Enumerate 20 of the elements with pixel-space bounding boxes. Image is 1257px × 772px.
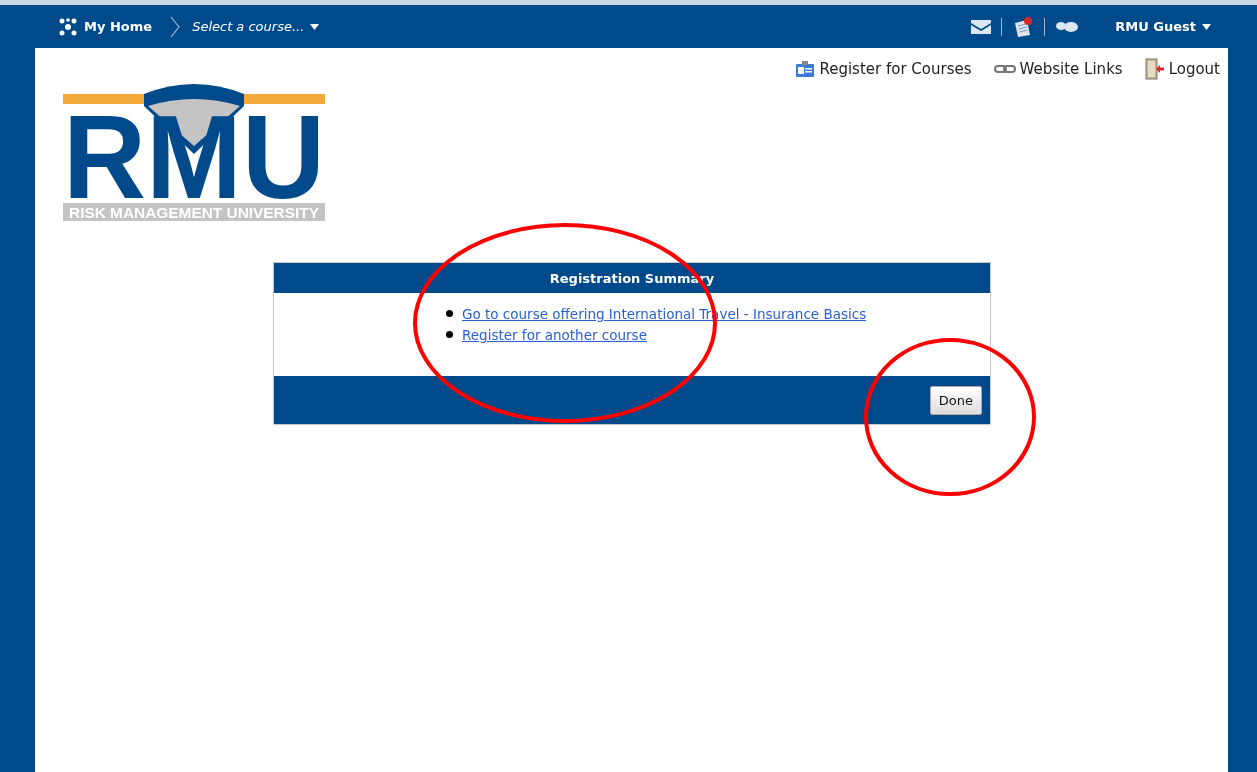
chain-link-icon	[993, 64, 1016, 74]
done-button[interactable]: Done	[929, 385, 982, 415]
bullet-icon	[446, 310, 453, 317]
user-menu[interactable]: RMU Guest	[1115, 19, 1211, 34]
header-link[interactable]: Website Links	[993, 58, 1123, 80]
header-link[interactable]: Register for Courses	[795, 58, 972, 80]
course-link[interactable]: Register for another course	[462, 326, 647, 343]
home-link[interactable]: My Home	[58, 17, 153, 36]
caret-icon	[1202, 23, 1211, 30]
chevron-icon	[170, 15, 181, 38]
bullet-icon	[446, 331, 453, 338]
id-card-icon	[795, 60, 816, 78]
door-exit-icon	[1144, 58, 1165, 80]
course-select[interactable]: Select a course...	[192, 19, 320, 34]
mail-icon[interactable]	[971, 19, 992, 34]
caret-icon	[310, 23, 320, 30]
header-link[interactable]: Logout	[1144, 58, 1220, 80]
flower-icon	[58, 17, 78, 36]
chat-bubbles-icon[interactable]	[1055, 20, 1080, 33]
notepad-icon[interactable]	[1012, 15, 1035, 38]
